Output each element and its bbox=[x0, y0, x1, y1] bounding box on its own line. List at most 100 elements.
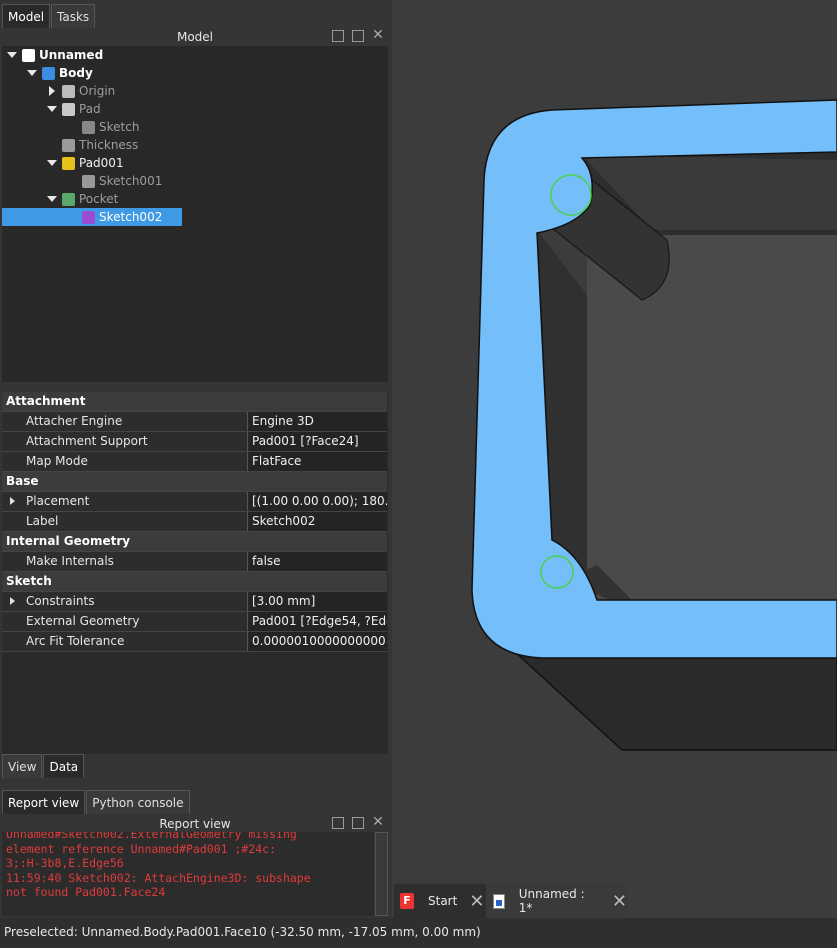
expand-down-icon[interactable] bbox=[46, 193, 58, 205]
property-tabbar: View Data bbox=[2, 754, 85, 778]
tab-python-console[interactable]: Python console bbox=[86, 790, 190, 814]
property-value[interactable]: [(1.00 0.00 0.00); 180.0... bbox=[249, 492, 387, 511]
tree-item-sketch001[interactable]: Sketch001 bbox=[66, 172, 162, 190]
close-icon[interactable]: ✕ bbox=[469, 891, 484, 912]
property-row[interactable]: Attachment Support Pad001 [?Face24] bbox=[2, 432, 387, 452]
expand-right-icon[interactable] bbox=[46, 85, 58, 97]
origin-icon bbox=[62, 84, 75, 98]
close-icon[interactable]: ✕ bbox=[612, 891, 627, 912]
property-name: Constraints bbox=[2, 592, 248, 611]
expand-down-icon[interactable] bbox=[46, 103, 58, 115]
expand-right-icon[interactable] bbox=[10, 497, 15, 505]
body-icon bbox=[42, 66, 55, 80]
property-name: Make Internals bbox=[2, 552, 248, 571]
tree-item-label: Body bbox=[59, 66, 93, 80]
property-row[interactable]: Map Mode FlatFace bbox=[2, 452, 387, 472]
tree-item-sketch002[interactable]: Sketch002 bbox=[2, 208, 182, 226]
property-value[interactable]: Pad001 [?Face24] bbox=[249, 432, 387, 451]
property-name: Label bbox=[2, 512, 248, 531]
report-panel-title-text: Report view bbox=[159, 817, 231, 831]
property-name: Arc Fit Tolerance bbox=[2, 632, 248, 651]
tree-item-unnamed[interactable]: Unnamed bbox=[6, 46, 103, 64]
tree-item-origin[interactable]: Origin bbox=[46, 82, 115, 100]
tab-report-view[interactable]: Report view bbox=[2, 790, 86, 814]
tree-item-label: Pocket bbox=[79, 192, 119, 206]
report-line: not found Pad001.Face24 bbox=[6, 885, 166, 899]
property-group: Base bbox=[2, 472, 387, 492]
property-row[interactable]: Make Internals false bbox=[2, 552, 387, 572]
close-icon[interactable]: ✕ bbox=[372, 815, 384, 829]
close-icon[interactable]: ✕ bbox=[372, 28, 384, 42]
3d-viewport[interactable] bbox=[392, 0, 837, 918]
expand-down-icon[interactable] bbox=[46, 157, 58, 169]
report-line: element reference Unnamed#Pad001 ;#24c: bbox=[6, 841, 277, 856]
doc-tab-unnamed[interactable]: Unnamed : 1* ✕ bbox=[487, 884, 627, 918]
tree-item-label: Unnamed bbox=[39, 48, 104, 62]
model-3d-view[interactable] bbox=[392, 0, 837, 918]
document-icon bbox=[22, 48, 35, 62]
model-dock-buttons: ✕ bbox=[332, 28, 384, 42]
combo-tabbar: Model Tasks bbox=[2, 4, 96, 28]
tree-item-sketch[interactable]: Sketch bbox=[66, 118, 139, 136]
property-row[interactable]: Arc Fit Tolerance 0.0000010000000000 bbox=[2, 632, 387, 652]
expand-down-icon[interactable] bbox=[6, 49, 18, 61]
property-value[interactable]: Engine 3D bbox=[249, 412, 387, 431]
tree-item-pad[interactable]: Pad bbox=[46, 100, 101, 118]
doc-tab-start[interactable]: F Start ✕ bbox=[394, 884, 486, 918]
property-value[interactable]: Pad001 [?Edge54, ?Edg... bbox=[249, 612, 387, 631]
property-value[interactable]: FlatFace bbox=[249, 452, 387, 471]
tab-data[interactable]: Data bbox=[43, 754, 85, 778]
report-line: 11:59:40 Sketch002: AttachEngine3D: subs… bbox=[6, 870, 311, 885]
doc-tab-unnamed-label: Unnamed : 1* bbox=[518, 887, 585, 915]
property-row[interactable]: Attacher Engine Engine 3D bbox=[2, 412, 387, 432]
tree-item-thickness[interactable]: Thickness bbox=[46, 136, 138, 154]
tab-tasks[interactable]: Tasks bbox=[51, 4, 96, 28]
float-icon[interactable] bbox=[332, 30, 344, 42]
tab-model[interactable]: Model bbox=[2, 4, 51, 28]
tree-item-label: Sketch bbox=[99, 120, 140, 134]
property-row[interactable]: External GeometryPad001 [?Edge54, ?Edg..… bbox=[2, 612, 387, 632]
pad-icon bbox=[62, 102, 75, 116]
property-value[interactable]: 0.0000010000000000 bbox=[249, 632, 387, 651]
expand-right-icon[interactable] bbox=[10, 597, 15, 605]
report-scrollbar[interactable] bbox=[375, 832, 388, 916]
document-icon bbox=[493, 893, 505, 909]
report-panel-title: Report view ✕ bbox=[2, 815, 388, 833]
thickness-icon bbox=[62, 138, 75, 152]
tree-item-label: Origin bbox=[79, 84, 116, 98]
sketch-error-icon bbox=[82, 174, 95, 188]
property-value[interactable]: false bbox=[249, 552, 387, 571]
property-group: Attachment bbox=[2, 392, 387, 412]
pocket-floor bbox=[587, 235, 837, 600]
expand-down-icon[interactable] bbox=[26, 67, 38, 79]
property-group: Sketch bbox=[2, 572, 387, 592]
restore-icon[interactable] bbox=[352, 817, 364, 829]
tree-item-pad001[interactable]: Pad001 bbox=[46, 154, 124, 172]
property-group: Internal Geometry bbox=[2, 532, 387, 552]
float-icon[interactable] bbox=[332, 817, 344, 829]
tree-item-pocket[interactable]: Pocket bbox=[46, 190, 118, 208]
report-line: 3;:H-3b8,E.Edge56 bbox=[6, 856, 124, 870]
tree-item-label: Pad bbox=[79, 102, 101, 116]
restore-icon[interactable] bbox=[352, 30, 364, 42]
model-tree: Unnamed Body Origin Pad Sketch Thickness Pad00… bbox=[2, 46, 388, 382]
tree-item-body[interactable]: Body bbox=[26, 64, 93, 82]
property-value[interactable]: [3.00 mm] bbox=[249, 592, 387, 611]
doc-tab-start-label: Start bbox=[428, 894, 458, 908]
property-name: Attachment Support bbox=[2, 432, 248, 451]
property-row[interactable]: Label Sketch002 bbox=[2, 512, 387, 532]
tree-item-label: Sketch002 bbox=[99, 210, 163, 224]
report-output[interactable]: Unnamed#Sketch002.ExternalGeometry missi… bbox=[2, 832, 374, 916]
tree-item-label: Pad001 bbox=[79, 156, 124, 170]
property-row[interactable]: Constraints [3.00 mm] bbox=[2, 592, 387, 612]
status-bar: Preselected: Unnamed.Body.Pad001.Face10 … bbox=[0, 918, 837, 948]
property-name: Attacher Engine bbox=[2, 412, 248, 431]
report-line: Unnamed#Sketch002.ExternalGeometry missi… bbox=[6, 832, 297, 841]
tab-view[interactable]: View bbox=[2, 754, 43, 778]
property-row[interactable]: Placement[(1.00 0.00 0.00); 180.0... bbox=[2, 492, 387, 512]
sketch-warning-icon bbox=[82, 210, 95, 224]
report-dock-buttons: ✕ bbox=[332, 815, 384, 829]
tree-item-label: Sketch001 bbox=[99, 174, 163, 188]
property-value[interactable]: Sketch002 bbox=[249, 512, 387, 531]
